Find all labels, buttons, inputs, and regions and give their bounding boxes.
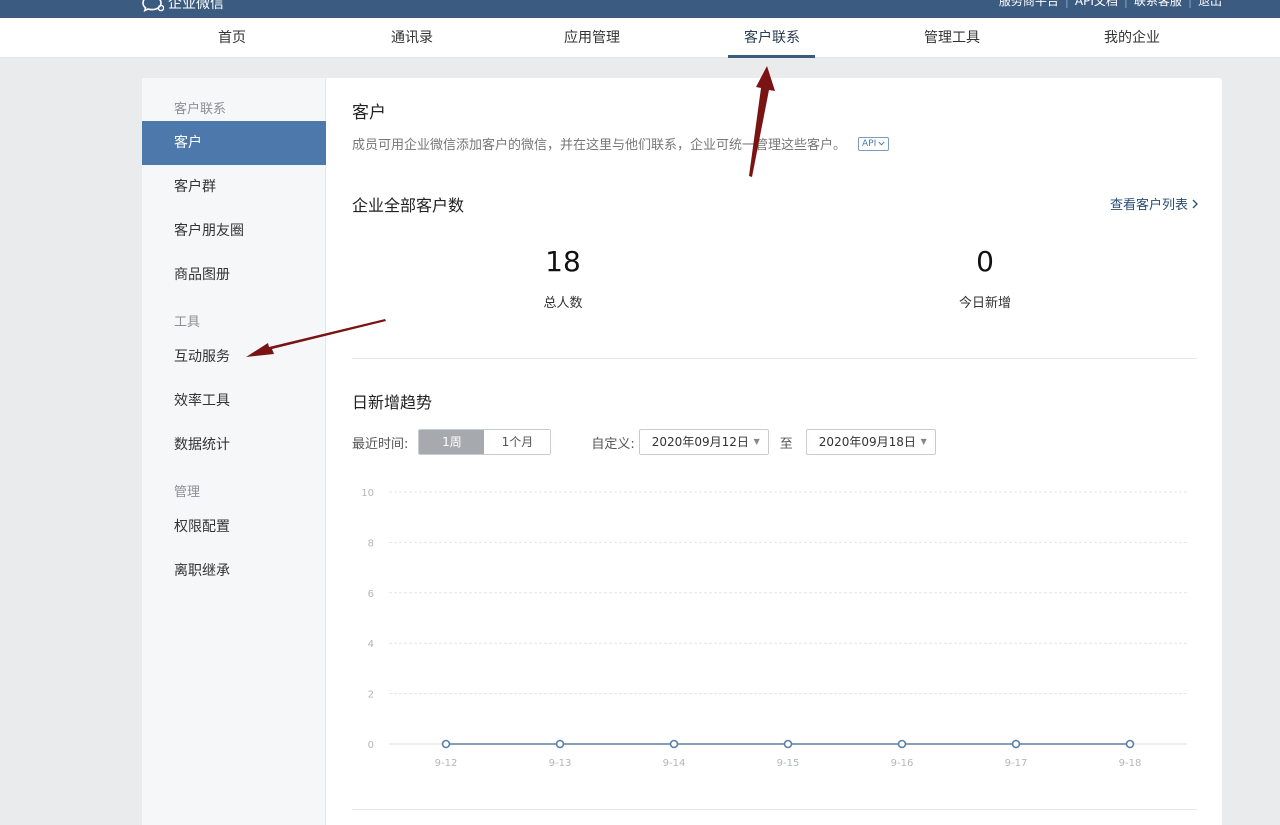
contact-support-link[interactable]: 联系客服 [1134, 0, 1182, 9]
main-panel: 客户 成员可用企业微信添加客户的微信，并在这里与他们联系，企业可统一管理这些客户… [327, 78, 1222, 825]
date-to-label: 至 [779, 436, 793, 452]
page-title: 客户 [352, 103, 386, 123]
logo[interactable]: 企业微信 [142, 0, 224, 15]
y-tick-label: 0 [368, 740, 374, 751]
x-tick-label: 9-16 [891, 758, 914, 769]
nav-customer-contact[interactable]: 客户联系 [744, 18, 800, 58]
caret-down-icon: ▼ [920, 437, 927, 446]
nav-app-management[interactable]: 应用管理 [564, 18, 620, 58]
view-customer-list-link[interactable]: 查看客户列表 [1110, 194, 1198, 213]
y-tick-label: 6 [368, 589, 374, 600]
link-separator: | [1064, 0, 1069, 8]
y-tick-label: 4 [368, 639, 374, 650]
x-tick-label: 9-12 [435, 758, 458, 769]
sidebar-item-data-statistics[interactable]: 数据统计 [142, 423, 326, 467]
x-tick-label: 9-15 [777, 758, 800, 769]
sidebar-item-efficiency-tools[interactable]: 效率工具 [142, 379, 326, 423]
api-docs-link[interactable]: API文档 [1075, 0, 1118, 9]
y-tick-label: 10 [361, 488, 374, 499]
range-1-week-button[interactable]: 1周 [419, 430, 485, 454]
nav-my-enterprise[interactable]: 我的企业 [1104, 18, 1160, 58]
sidebar-item-interactive-service[interactable]: 互动服务 [142, 335, 326, 379]
nav-contacts[interactable]: 通讯录 [391, 18, 433, 58]
trend-title: 日新增趋势 [352, 393, 433, 412]
sidebar-item-customer-moments[interactable]: 客户朋友圈 [142, 209, 326, 253]
x-tick-label: 9-14 [663, 758, 686, 769]
page-description: 成员可用企业微信添加客户的微信，并在这里与他们联系，企业可统一管理这些客户。 A… [352, 134, 890, 153]
top-bar: 企业微信 服务商平台 | API文档 | 联系客服 | 退出 [0, 0, 1280, 18]
api-badge-label: API [862, 138, 877, 149]
data-point [555, 739, 565, 749]
logout-link[interactable]: 退出 [1198, 0, 1222, 9]
chart-bottom-divider [352, 809, 1197, 810]
stat-total-label: 总人数 [543, 296, 583, 311]
data-point [897, 739, 907, 749]
nav-home[interactable]: 首页 [218, 18, 246, 58]
end-date-value: 2020年09月18日 [818, 435, 916, 449]
x-tick-label: 9-18 [1119, 758, 1142, 769]
y-tick-label: 8 [368, 538, 374, 549]
custom-range-label: 自定义: [591, 436, 635, 452]
sidebar-item-permission-config[interactable]: 权限配置 [142, 505, 326, 549]
range-1-month-button[interactable]: 1个月 [484, 430, 551, 454]
chevron-right-icon [1192, 199, 1198, 208]
link-separator: | [1123, 0, 1128, 8]
chevron-down-icon [878, 141, 885, 146]
stat-total-value: 18 [545, 245, 581, 278]
trend-filter: 最近时间: 1周 1个月 自定义: 2020年09月12日 ▼ 至 2020年0… [352, 429, 936, 455]
content-card: 客户联系 客户 客户群 客户朋友圈 商品图册 工具 互动服务 效率工具 数据统计… [142, 78, 1222, 825]
sidebar: 客户联系 客户 客户群 客户朋友圈 商品图册 工具 互动服务 效率工具 数据统计… [142, 78, 326, 825]
link-separator: | [1187, 0, 1192, 8]
sidebar-item-customer-groups[interactable]: 客户群 [142, 165, 326, 209]
nav-active-indicator [728, 55, 815, 58]
range-toggle: 1周 1个月 [418, 429, 552, 455]
data-point [1125, 739, 1135, 749]
sidebar-group-management: 管理 [174, 485, 201, 500]
main-nav: 首页 通讯录 应用管理 客户联系 管理工具 我的企业 [0, 18, 1280, 58]
stat-today-new: 0 今日新增 [885, 245, 1085, 312]
sidebar-group-customer-contact: 客户联系 [174, 102, 227, 117]
start-date-value: 2020年09月12日 [651, 435, 749, 449]
x-tick-label: 9-13 [549, 758, 572, 769]
y-tick-label: 2 [368, 690, 374, 701]
description-text: 成员可用企业微信添加客户的微信，并在这里与他们联系，企业可统一管理这些客户。 [352, 138, 847, 153]
api-badge[interactable]: API [858, 136, 890, 151]
end-date-select[interactable]: 2020年09月18日 ▼ [805, 429, 936, 455]
sidebar-group-tools: 工具 [174, 315, 201, 330]
data-point [783, 739, 793, 749]
daily-new-trend-chart: 0 2 4 6 8 10 9-12 9-13 9-14 9-15 9-16 9-17 9-18 [361, 488, 1187, 769]
x-tick-label: 9-17 [1005, 758, 1028, 769]
sidebar-item-product-album[interactable]: 商品图册 [142, 253, 326, 297]
caret-down-icon: ▼ [753, 437, 760, 446]
data-point [441, 739, 451, 749]
start-date-select[interactable]: 2020年09月12日 ▼ [638, 429, 769, 455]
summary-title: 企业全部客户数 [352, 196, 465, 215]
sidebar-item-resignation-inheritance[interactable]: 离职继承 [142, 549, 326, 593]
section-divider [352, 358, 1197, 359]
nav-management-tools[interactable]: 管理工具 [924, 18, 980, 58]
view-customer-list-label: 查看客户列表 [1109, 198, 1188, 213]
logo-text: 企业微信 [168, 0, 224, 12]
data-point [1011, 739, 1021, 749]
data-point [669, 739, 679, 749]
service-provider-link[interactable]: 服务商平台 [999, 0, 1059, 9]
stat-total: 18 总人数 [463, 245, 663, 312]
top-links: 服务商平台 | API文档 | 联系客服 | 退出 [999, 0, 1222, 9]
stat-today-new-value: 0 [976, 245, 994, 278]
recent-time-label: 最近时间: [352, 436, 409, 452]
sidebar-item-customers[interactable]: 客户 [142, 121, 326, 165]
wecom-logo-icon [142, 0, 164, 12]
stat-today-new-label: 今日新增 [958, 296, 1011, 311]
